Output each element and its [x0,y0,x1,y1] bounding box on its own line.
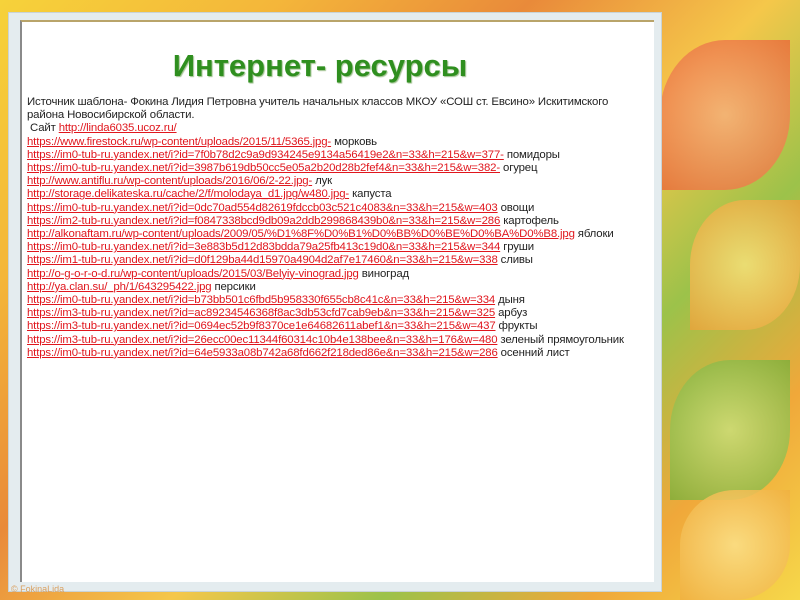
leaf-decoration [670,360,790,500]
source-link[interactable]: https://www.firestock.ru/wp-content/uplo… [27,136,331,148]
source-link[interactable]: https://im2-tub-ru.yandex.net/i?id=f0847… [27,215,500,227]
source-link[interactable]: https://im0-tub-ru.yandex.net/i?id=0dc70… [27,202,498,214]
source-label: овощи [500,201,535,214]
source-label: сливы [500,254,533,267]
source-item: https://im0-tub-ru.yandex.net/i?id=3987b… [27,162,642,175]
source-label: зеленый прямоугольник [500,333,624,346]
source-item: http://storage.delikateska.ru/cache/2/f/… [27,188,642,201]
source-item: https://im0-tub-ru.yandex.net/i?id=b73bb… [27,294,642,307]
leaf-decoration [660,40,790,190]
sources-text: Источник шаблона- Фокина Лидия Петровна … [27,96,642,360]
source-item: https://im1-tub-ru.yandex.net/i?id=d0f12… [27,254,642,267]
source-item: https://im0-tub-ru.yandex.net/i?id=0dc70… [27,202,642,215]
source-label: помидоры [506,148,560,161]
source-link[interactable]: http://ya.clan.su/_ph/1/643295422.jpg [27,281,212,293]
source-label: лук [315,175,333,188]
template-source: Источник шаблона- Фокина Лидия Петровна … [27,96,609,122]
source-link[interactable]: https://im3-tub-ru.yandex.net/i?id=ac892… [27,307,495,319]
source-link[interactable]: http://o-g-o-r-o-d.ru/wp-content/uploads… [27,268,359,280]
source-link[interactable]: https://im0-tub-ru.yandex.net/i?id=3987b… [27,162,500,174]
source-link[interactable]: http://www.antiflu.ru/wp-content/uploads… [27,175,312,187]
source-item: http://o-g-o-r-o-d.ru/wp-content/uploads… [27,268,642,281]
source-item: https://im3-tub-ru.yandex.net/i?id=ac892… [27,307,642,320]
source-label: картофель [503,214,559,227]
page-title: Интернет- ресурсы [172,48,468,83]
source-label: капуста [352,188,392,201]
source-link[interactable]: https://im0-tub-ru.yandex.net/i?id=7f0b7… [27,149,504,161]
source-item: http://ya.clan.su/_ph/1/643295422.jpg пе… [27,281,642,294]
source-item: https://im0-tub-ru.yandex.net/i?id=7f0b7… [27,149,642,162]
leaf-decoration [690,200,800,330]
source-item: http://www.antiflu.ru/wp-content/uploads… [27,175,642,188]
source-item: https://im0-tub-ru.yandex.net/i?id=3e883… [27,241,642,254]
source-label: арбуз [498,307,528,320]
leaf-decoration [680,490,790,600]
source-item: http://alkonaftam.ru/wp-content/uploads/… [27,228,642,241]
source-label: персики [214,280,256,293]
source-link[interactable]: https://im0-tub-ru.yandex.net/i?id=3e883… [27,241,500,253]
source-link[interactable]: https://im0-tub-ru.yandex.net/i?id=b73bb… [27,294,495,306]
source-label: виноград [361,267,410,280]
site-link[interactable]: http://linda6035.ucoz.ru/ [59,122,177,134]
source-label: морковь [334,135,377,148]
source-label: яблоки [577,228,614,241]
source-item: https://www.firestock.ru/wp-content/uplo… [27,136,642,149]
site-line: Сайт http://linda6035.ucoz.ru/ [27,122,642,135]
source-item: https://im3-tub-ru.yandex.net/i?id=26ecc… [27,334,642,347]
source-label: груши [503,241,534,254]
source-link[interactable]: https://im3-tub-ru.yandex.net/i?id=26ecc… [27,334,498,346]
source-item: https://im2-tub-ru.yandex.net/i?id=f0847… [27,215,642,228]
source-item: https://im0-tub-ru.yandex.net/i?id=64e59… [27,347,642,360]
source-link[interactable]: https://im3-tub-ru.yandex.net/i?id=0694e… [27,320,496,332]
site-label: Сайт [30,122,56,135]
source-link[interactable]: http://storage.delikateska.ru/cache/2/f/… [27,188,349,200]
source-link[interactable]: https://im1-tub-ru.yandex.net/i?id=d0f12… [27,254,498,266]
source-label: осенний лист [500,346,570,359]
source-label: фрукты [498,320,538,333]
source-link[interactable]: https://im0-tub-ru.yandex.net/i?id=64e59… [27,347,498,359]
source-item: https://im3-tub-ru.yandex.net/i?id=0694e… [27,320,642,333]
source-link[interactable]: http://alkonaftam.ru/wp-content/uploads/… [27,228,575,240]
source-list: https://www.firestock.ru/wp-content/uplo… [27,136,642,360]
source-label: дыня [498,294,525,307]
source-label: огурец [503,162,538,175]
copyright: © FokinaLida [11,584,65,594]
